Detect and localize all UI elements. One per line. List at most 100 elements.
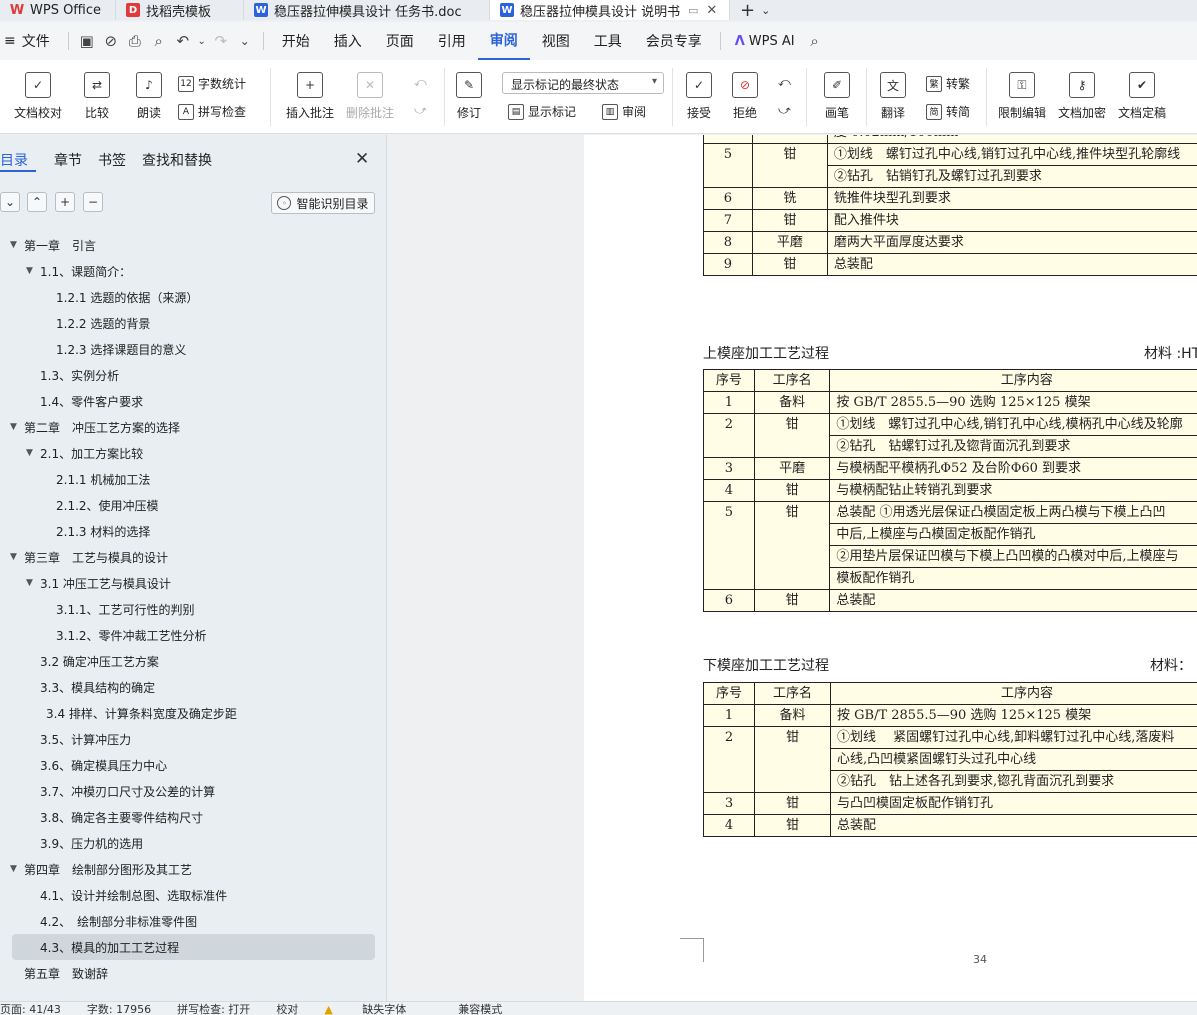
toc-item[interactable]: 1.4、零件客户要求 [0,388,387,414]
status-proof[interactable]: 校对 [276,1002,298,1015]
new-tab-button[interactable]: + ⌄ [730,0,780,21]
save-icon[interactable]: ▣ [75,22,99,60]
spell-check-button[interactable]: A 拼写检查 [178,103,246,120]
tab-docer-templates[interactable]: D 找稻壳模板 [116,0,244,20]
next-comment-icon[interactable]: ⤻ [414,103,427,118]
read-aloud-button[interactable]: ♪ 朗读 [136,72,162,121]
toc-item[interactable]: ▼ 第一章 引言 [0,232,387,258]
prev-comment-icon[interactable]: ⤺ [414,75,427,90]
toc-item[interactable]: 1.2.2 选题的背景 [0,310,387,336]
translate-button[interactable]: 文 翻译 [880,72,906,121]
expand-triangle-icon[interactable]: ▼ [10,864,17,874]
redo-icon[interactable]: ↷ [209,22,233,60]
close-tab-icon[interactable]: ✕ [706,3,717,18]
undo-dropdown-icon[interactable]: ⌄ [195,22,209,60]
encrypt-button[interactable]: ⚷ 文档加密 [1058,72,1106,121]
accept-button[interactable]: ✓ 接受 [686,72,712,121]
toc-item[interactable]: ▼ 3.1 冲压工艺与模具设计 [0,570,387,596]
to-simplified-button[interactable]: 简 转简 [926,103,970,120]
reject-button[interactable]: ⊘ 拒绝 [732,72,758,121]
toc-item[interactable]: 4.3、模具的加工工艺过程 [12,934,375,960]
toc-item[interactable]: 3.7、冲模刃口尺寸及公差的计算 [0,778,387,804]
toc-item[interactable]: 3.5、计算冲压力 [0,726,387,752]
smart-toc-button[interactable]: ◦ 智能识别目录 [271,192,375,214]
more-chevron-icon[interactable]: ⌄ [233,22,257,60]
nav-tab-sections[interactable]: 章节 [46,150,90,172]
chevron-down-icon[interactable]: ⌄ [761,4,770,17]
expand-triangle-icon[interactable]: ▼ [26,578,33,588]
toc-item[interactable]: ▼ 2.1、加工方案比较 [0,440,387,466]
toc-item[interactable]: 1.3、实例分析 [0,362,387,388]
menu-page[interactable]: 页面 [374,22,426,60]
next-change-icon[interactable]: ⤻ [778,103,791,118]
toc-item[interactable]: 3.6、确定模具压力中心 [0,752,387,778]
doc-check-button[interactable]: ✓ 文档校对 [14,72,62,121]
menu-tools[interactable]: 工具 [582,22,634,60]
status-spell[interactable]: 拼写检查: 打开 [177,1002,250,1015]
finalize-button[interactable]: ✔ 文档定稿 [1118,72,1166,121]
move-up-icon[interactable]: ⌃ [27,192,47,212]
menu-insert[interactable]: 插入 [322,22,374,60]
nav-tab-toc[interactable]: 目录 [0,150,36,172]
wps-ai-button[interactable]: ᐱ WPS AI [727,34,803,49]
print-icon[interactable]: ⎙ [123,22,147,60]
menu-member[interactable]: 会员专享 [634,22,714,60]
expand-triangle-icon[interactable]: ▼ [10,422,17,432]
expand-triangle-icon[interactable]: ▼ [10,552,17,562]
prev-change-icon[interactable]: ⤺ [778,75,791,90]
toc-item[interactable]: 第五章 致谢辞 [0,960,387,986]
monitor-icon[interactable]: ▭ [688,4,698,17]
toc-item[interactable]: 3.1.1、工艺可行性的判别 [0,596,387,622]
close-icon[interactable]: ✕ [355,149,369,169]
insert-comment-button[interactable]: + 插入批注 [286,72,334,121]
review-pane-button[interactable]: ▥ 审阅 [602,103,646,120]
tab-wps-office[interactable]: W WPS Office [0,0,116,20]
status-words[interactable]: 字数: 17956 [87,1002,151,1015]
toc-item[interactable]: ▼ 第二章 冲压工艺方案的选择 [0,414,387,440]
toc-item[interactable]: 1.2.1 选题的依据（来源） [0,284,387,310]
tab-manual-doc[interactable]: W 稳压器拉伸模具设计 说明书（ ▭ ✕ [490,0,730,20]
collapse-chevron-icon[interactable]: ⌄ [0,192,20,212]
nav-tab-find-replace[interactable]: 查找和替换 [134,150,220,172]
show-markup-button[interactable]: ▤ 显示标记 [508,103,576,120]
toc-item[interactable]: 2.1.1 机械加工法 [0,466,387,492]
menu-view[interactable]: 视图 [530,22,582,60]
toc-item[interactable]: 4.2、 绘制部分非标准零件图 [0,908,387,934]
toc-item[interactable]: 4.1、设计并绘制总图、选取标准件 [0,882,387,908]
print-preview-icon[interactable]: ⌕ [147,22,171,60]
toc-item[interactable]: 3.2 确定冲压工艺方案 [0,648,387,674]
toc-item[interactable]: ▼ 第三章 工艺与模具的设计 [0,544,387,570]
expand-triangle-icon[interactable]: ▼ [26,448,33,458]
file-menu[interactable]: ≡ 文件 [0,22,62,60]
delete-comment-button[interactable]: ✕ 删除批注 [346,72,394,121]
tab-task-doc[interactable]: W 稳压器拉伸模具设计 任务书.doc [244,0,490,20]
toc-item[interactable]: 2.1.2、使用冲压模 [0,492,387,518]
expand-triangle-icon[interactable]: ▼ [10,240,17,250]
menu-reference[interactable]: 引用 [426,22,478,60]
restrict-edit-button[interactable]: ⚿ 限制编辑 [998,72,1046,121]
share-icon[interactable]: ⊘ [99,22,123,60]
pen-button[interactable]: ✐ 画笔 [824,72,850,121]
toc-item[interactable]: 3.8、确定各主要零件结构尺寸 [0,804,387,830]
toc-item[interactable]: 3.9、压力机的选用 [0,830,387,856]
to-traditional-button[interactable]: 繁 转繁 [926,75,970,92]
expand-triangle-icon[interactable]: ▼ [26,266,33,276]
track-changes-button[interactable]: ✎ 修订 [456,72,482,121]
add-heading-icon[interactable]: + [55,192,75,212]
toc-item[interactable]: ▼ 第四章 绘制部分图形及其工艺 [0,856,387,882]
toc-item[interactable]: 1.2.3 选择课题目的意义 [0,336,387,362]
status-compat[interactable]: 兼容模式 [458,1002,502,1015]
compare-button[interactable]: ⇄ 比较 [84,72,110,121]
menu-start[interactable]: 开始 [270,22,322,60]
nav-tab-bookmarks[interactable]: 书签 [90,150,134,172]
status-missing-font[interactable]: ▲ 缺失字体 [324,1002,432,1015]
toc-item[interactable]: 2.1.3 材料的选择 [0,518,387,544]
word-count-button[interactable]: 12 字数统计 [178,75,246,92]
toc-item[interactable]: 3.3、模具结构的确定 [0,674,387,700]
toc-item[interactable]: 3.1.2、零件冲裁工艺性分析 [0,622,387,648]
undo-icon[interactable]: ↶ [171,22,195,60]
status-page[interactable]: 页面: 41/43 [0,1002,61,1015]
toc-item[interactable]: 3.4 排样、计算条料宽度及确定步距 [0,700,387,726]
markup-state-select[interactable]: 显示标记的最终状态 ▾ [502,72,664,94]
menu-review[interactable]: 审阅 [477,22,530,60]
